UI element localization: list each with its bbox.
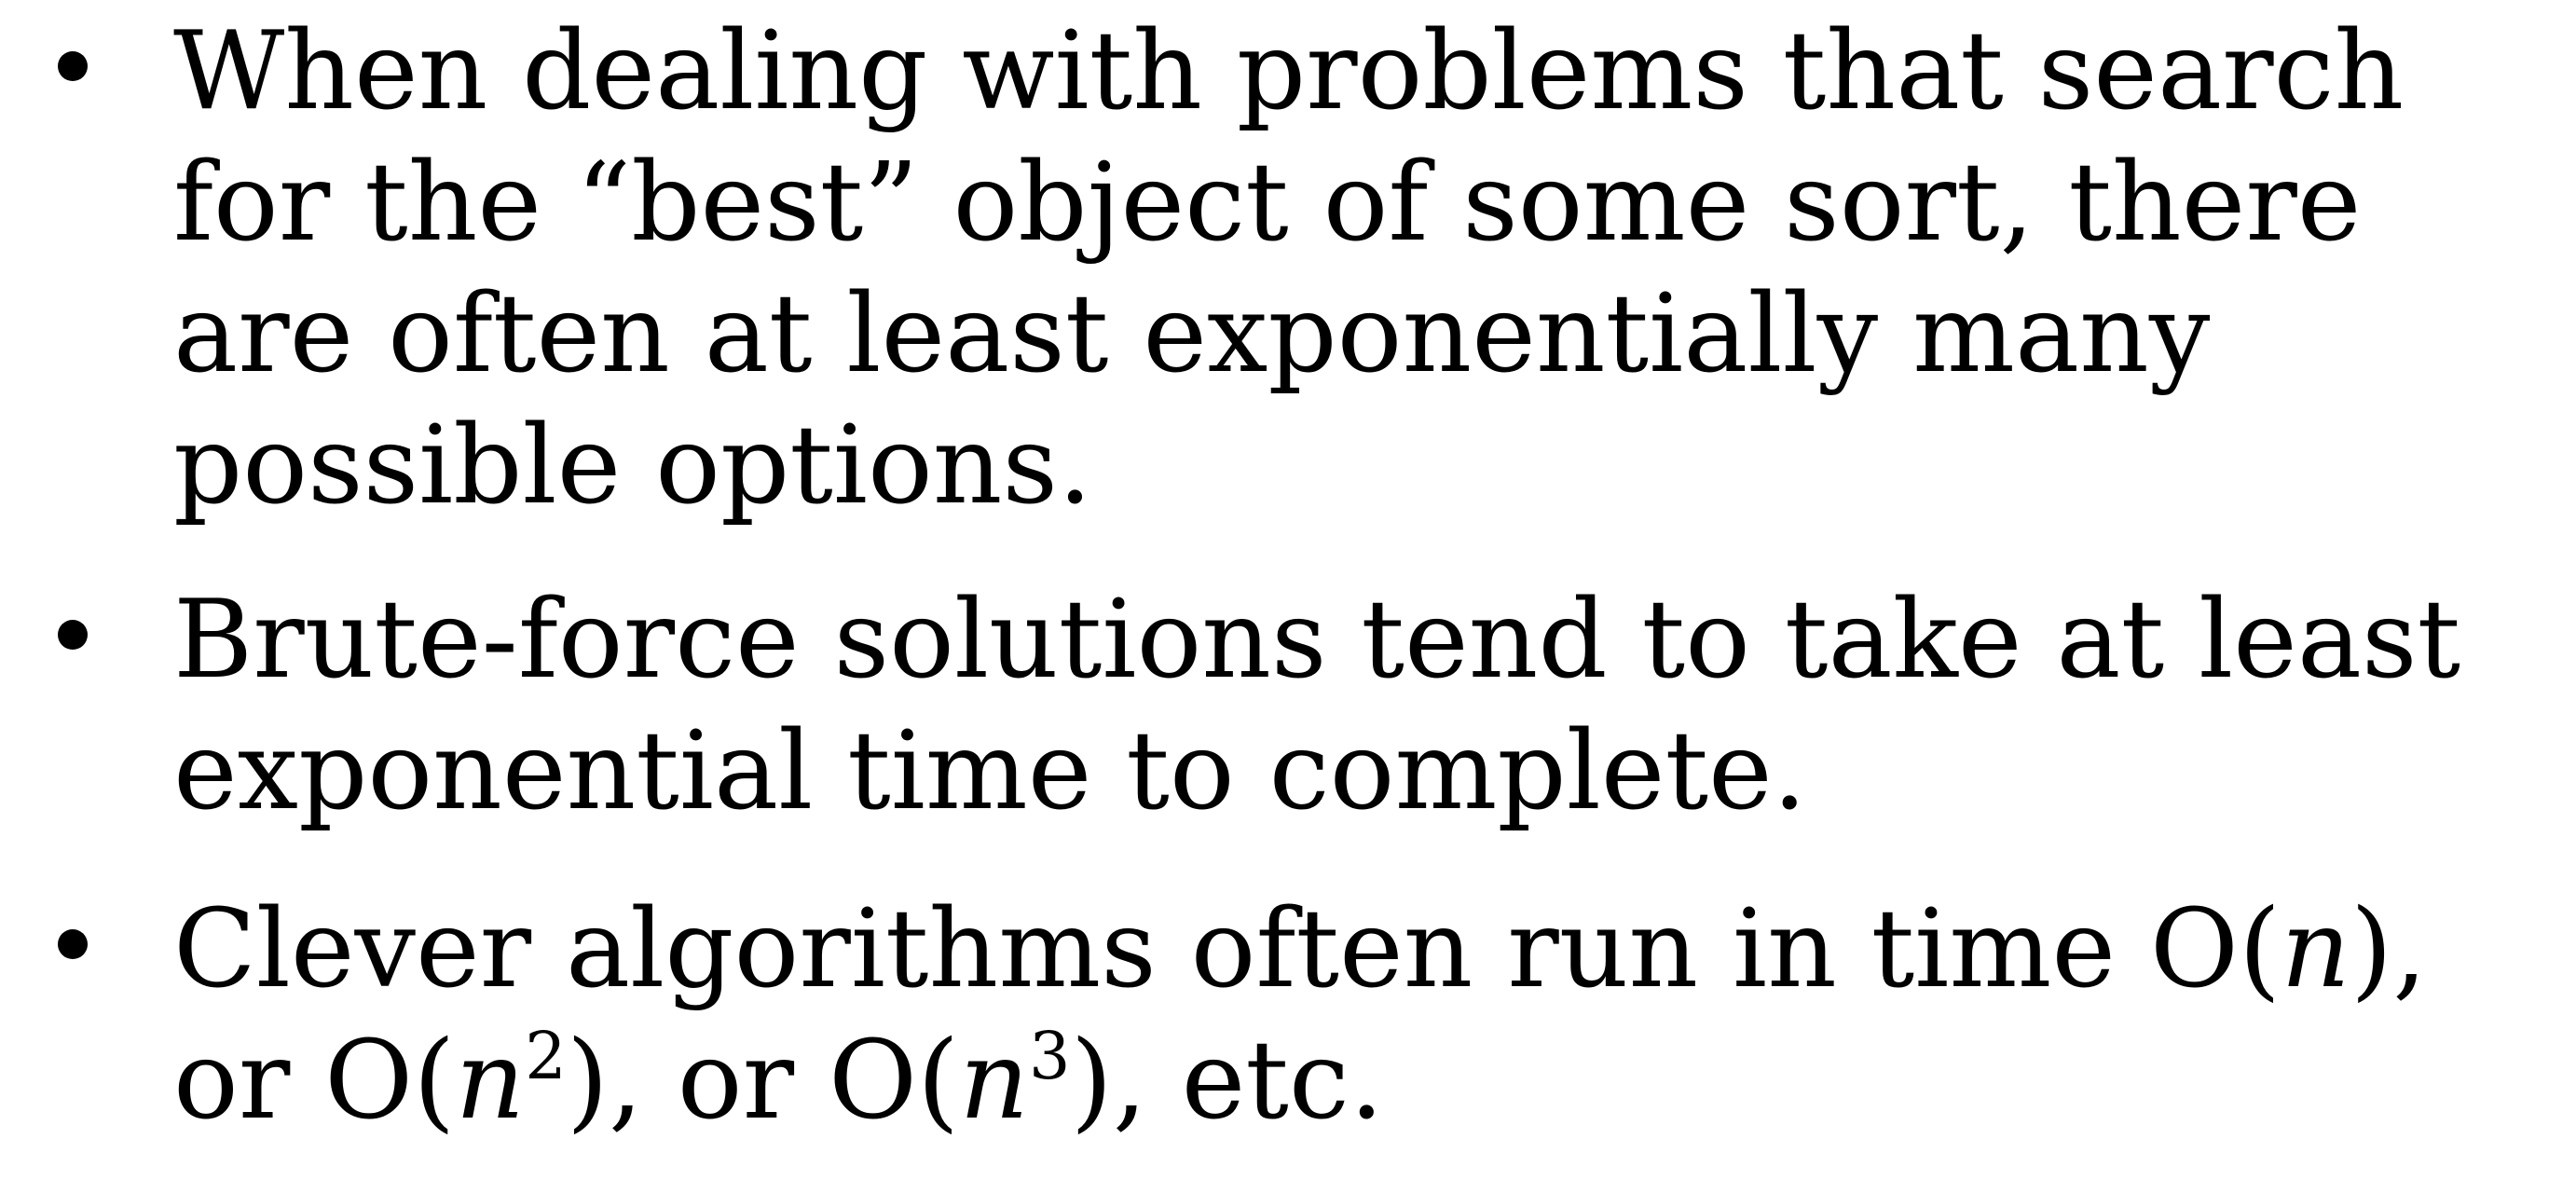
bullet-text: Brute-force solutions tend to take at le… — [173, 574, 2559, 837]
math-variable: n — [2281, 886, 2350, 1012]
text-line: Brute-force solutions tend to take at le… — [173, 577, 2461, 703]
text-fragment: ), etc. — [1070, 1018, 1384, 1144]
text-line: possible options. — [173, 403, 1092, 528]
text-line: for the “best” object of some sort, ther… — [173, 140, 2362, 266]
math-exponent: 2 — [525, 1018, 567, 1094]
math-variable: n — [959, 1018, 1030, 1144]
bullet-dot-icon — [58, 620, 88, 650]
text-line: exponential time to complete. — [173, 708, 1807, 834]
bullet-dot-icon — [58, 929, 88, 959]
bullet-text: When dealing with problems that search f… — [173, 6, 2559, 531]
math-exponent: 3 — [1029, 1018, 1071, 1094]
text-line: When dealing with problems that search — [173, 8, 2405, 134]
text-fragment: ), — [2350, 886, 2428, 1012]
text-fragment: ), or O( — [566, 1018, 960, 1144]
slide: When dealing with problems that search f… — [0, 0, 2576, 1180]
text-fragment: Clever algorithms often run in time O( — [173, 886, 2281, 1012]
text-line: or O(n2), or O(n3), etc. — [173, 1015, 2559, 1146]
bullet-text: Clever algorithms often run in time O(n)… — [173, 884, 2559, 1146]
text-fragment: or O( — [173, 1018, 456, 1144]
bullet-dot-icon — [58, 51, 88, 81]
math-variable: n — [455, 1018, 526, 1144]
text-line: are often at least exponentially many — [173, 271, 2211, 397]
text-line: Clever algorithms often run in time O(n)… — [173, 884, 2559, 1015]
